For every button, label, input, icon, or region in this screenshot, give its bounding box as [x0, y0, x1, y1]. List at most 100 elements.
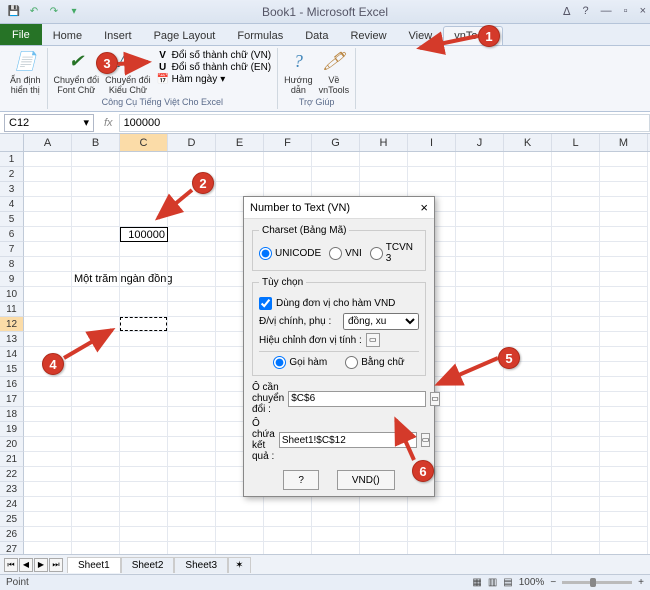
col-header[interactable]: G: [312, 134, 360, 151]
cell[interactable]: [552, 302, 600, 317]
cell[interactable]: [600, 392, 648, 407]
cell[interactable]: [72, 197, 120, 212]
cell[interactable]: [504, 392, 552, 407]
tab-formulas[interactable]: Formulas: [226, 26, 294, 45]
cell[interactable]: [24, 377, 72, 392]
cell[interactable]: [456, 422, 504, 437]
cell[interactable]: [72, 317, 120, 332]
row-header[interactable]: 12: [0, 317, 24, 332]
radio-unicode[interactable]: UNICODE: [259, 247, 321, 260]
cell[interactable]: [72, 347, 120, 362]
cell[interactable]: [600, 362, 648, 377]
cell[interactable]: [24, 422, 72, 437]
cell[interactable]: [168, 152, 216, 167]
cell[interactable]: [408, 152, 456, 167]
cell[interactable]: [24, 317, 72, 332]
sheet-nav-next-icon[interactable]: ▶: [34, 558, 48, 572]
fx-button[interactable]: fx: [98, 117, 119, 129]
cell[interactable]: [504, 152, 552, 167]
cell[interactable]: [24, 272, 72, 287]
tab-view[interactable]: View: [398, 26, 444, 45]
chevron-down-icon[interactable]: ▾: [83, 116, 89, 129]
cell[interactable]: [216, 152, 264, 167]
row-header[interactable]: 15: [0, 362, 24, 377]
radio-vni[interactable]: VNI: [329, 247, 362, 260]
cell[interactable]: [552, 257, 600, 272]
about-button[interactable]: 🖊 Về vnTools: [319, 50, 350, 97]
cell[interactable]: [120, 347, 168, 362]
cell[interactable]: [312, 182, 360, 197]
cell[interactable]: [600, 527, 648, 542]
cell[interactable]: [72, 227, 120, 242]
cell[interactable]: [600, 167, 648, 182]
dest-cell-input[interactable]: [279, 432, 417, 448]
view-layout-icon[interactable]: ▥: [488, 577, 497, 588]
redo-icon[interactable]: ↷: [46, 4, 62, 20]
cell[interactable]: [120, 302, 168, 317]
source-cell-input[interactable]: [288, 391, 426, 407]
cell[interactable]: [24, 287, 72, 302]
view-normal-icon[interactable]: ▦: [472, 577, 481, 588]
cell[interactable]: [504, 527, 552, 542]
radio-tcvn[interactable]: TCVN 3: [370, 242, 419, 264]
cell[interactable]: [456, 227, 504, 242]
cell[interactable]: [504, 182, 552, 197]
row-header[interactable]: 20: [0, 437, 24, 452]
cell[interactable]: [120, 197, 168, 212]
cell[interactable]: [120, 212, 168, 227]
radio-input[interactable]: [259, 247, 272, 260]
row-header[interactable]: 19: [0, 422, 24, 437]
col-header[interactable]: F: [264, 134, 312, 151]
cell[interactable]: [456, 467, 504, 482]
hide-show-button[interactable]: 📄 Ẩn định hiển thị: [10, 50, 41, 107]
col-header[interactable]: E: [216, 134, 264, 151]
cell[interactable]: [600, 317, 648, 332]
col-header[interactable]: K: [504, 134, 552, 151]
cell[interactable]: [168, 242, 216, 257]
cell[interactable]: [552, 497, 600, 512]
cell[interactable]: [504, 227, 552, 242]
row-header[interactable]: 21: [0, 452, 24, 467]
cell[interactable]: [504, 497, 552, 512]
cell[interactable]: [24, 482, 72, 497]
cell[interactable]: [72, 257, 120, 272]
cell[interactable]: [504, 287, 552, 302]
cell[interactable]: [120, 242, 168, 257]
row-header[interactable]: 4: [0, 197, 24, 212]
cell[interactable]: [72, 212, 120, 227]
cell[interactable]: [72, 362, 120, 377]
row-header[interactable]: 7: [0, 242, 24, 257]
cell[interactable]: [312, 497, 360, 512]
cell[interactable]: [600, 377, 648, 392]
cell[interactable]: [216, 182, 264, 197]
tab-review[interactable]: Review: [339, 26, 397, 45]
cell[interactable]: [360, 182, 408, 197]
cell[interactable]: [24, 527, 72, 542]
cell[interactable]: [456, 167, 504, 182]
cell[interactable]: [72, 152, 120, 167]
zoom-slider[interactable]: [562, 581, 632, 584]
cell[interactable]: [456, 302, 504, 317]
cell[interactable]: [120, 362, 168, 377]
cell[interactable]: [504, 167, 552, 182]
cell[interactable]: [552, 272, 600, 287]
cell[interactable]: [168, 467, 216, 482]
cell[interactable]: [360, 167, 408, 182]
ribbon-minimize-icon[interactable]: ᐃ: [563, 5, 571, 18]
cell[interactable]: [600, 452, 648, 467]
cell[interactable]: [456, 197, 504, 212]
cell[interactable]: 100000: [120, 227, 168, 242]
cell[interactable]: [552, 287, 600, 302]
cell[interactable]: [456, 377, 504, 392]
cell[interactable]: [72, 452, 120, 467]
cell[interactable]: [24, 437, 72, 452]
cell[interactable]: [120, 407, 168, 422]
cell[interactable]: [552, 437, 600, 452]
cell[interactable]: [72, 512, 120, 527]
row-header[interactable]: 14: [0, 347, 24, 362]
cell[interactable]: [360, 512, 408, 527]
radio-input[interactable]: [329, 247, 342, 260]
cell[interactable]: [216, 527, 264, 542]
cell[interactable]: [216, 167, 264, 182]
cell[interactable]: [456, 512, 504, 527]
